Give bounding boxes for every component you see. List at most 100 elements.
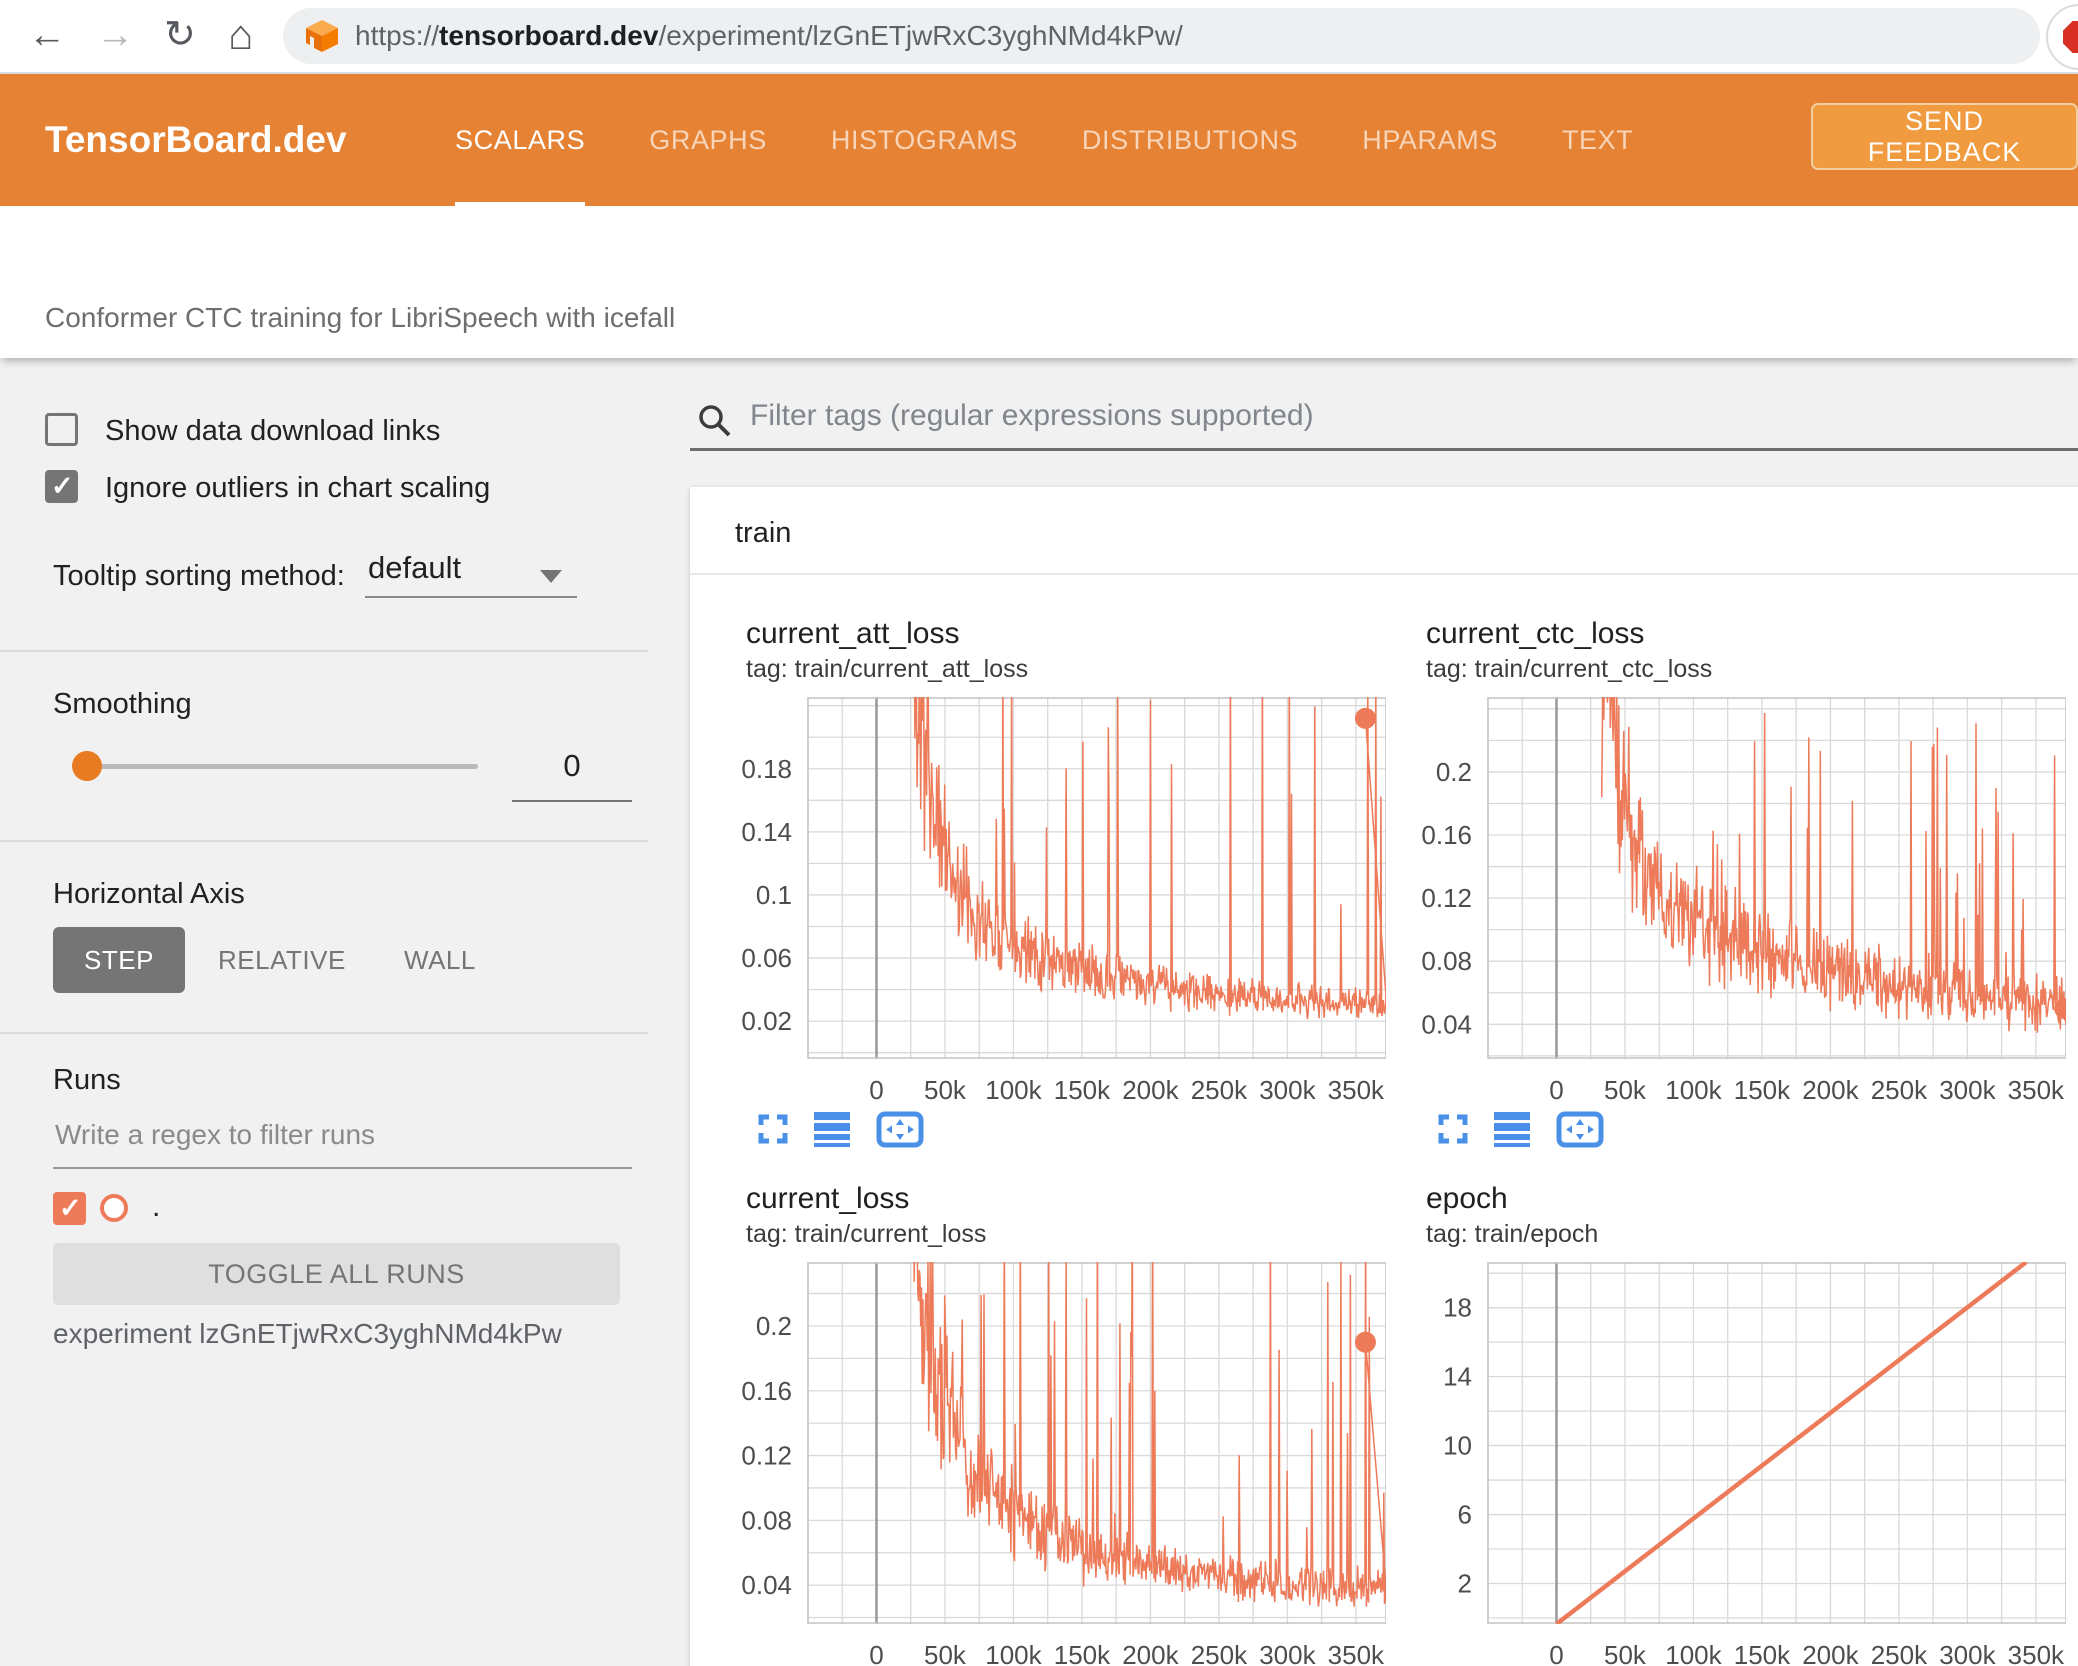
axis-step-button[interactable]: STEP: [53, 927, 185, 993]
svg-text:50k: 50k: [924, 1075, 967, 1105]
svg-text:100k: 100k: [985, 1640, 1042, 1666]
search-icon: [699, 405, 731, 437]
svg-text:10: 10: [1443, 1431, 1472, 1461]
run-checkbox[interactable]: [53, 1192, 86, 1225]
browser-chrome: ← → ↻ ⌂ https://tensorboard.dev/experime…: [0, 0, 2078, 74]
svg-text:0: 0: [1549, 1640, 1563, 1666]
svg-text:200k: 200k: [1122, 1075, 1179, 1105]
show-download-links-label: Show data download links: [105, 415, 441, 447]
svg-text:0.2: 0.2: [1436, 757, 1472, 787]
tab-text[interactable]: TEXT: [1562, 74, 1633, 206]
smoothing-value[interactable]: 0: [512, 748, 632, 784]
svg-text:350k: 350k: [1328, 1075, 1385, 1105]
chart-toolbar: [1438, 1109, 2078, 1149]
show-download-links-checkbox[interactable]: [45, 413, 78, 446]
svg-text:0.12: 0.12: [741, 1441, 792, 1471]
smoothing-slider-track[interactable]: [85, 764, 478, 769]
tab-graphs[interactable]: GRAPHS: [649, 74, 767, 206]
horizontal-axis-label: Horizontal Axis: [53, 878, 245, 910]
app-header: TensorBoard.dev SCALARS GRAPHS HISTOGRAM…: [0, 74, 2078, 206]
svg-text:0.14: 0.14: [741, 817, 792, 847]
sidebar-divider: [0, 650, 648, 652]
svg-text:200k: 200k: [1802, 1640, 1859, 1666]
tab-scalars[interactable]: SCALARS: [455, 74, 586, 206]
fit-domain-icon[interactable]: [1556, 1111, 1604, 1148]
chart-card-current-ctc-loss: current_ctc_loss tag: train/current_ctc_…: [1398, 617, 2078, 1149]
extension-octagon-icon: [2063, 21, 2078, 53]
settings-sidebar: Show data download links Ignore outliers…: [0, 358, 660, 1666]
tensorboard-page: ← → ↻ ⌂ https://tensorboard.dev/experime…: [0, 0, 2078, 1666]
svg-text:250k: 250k: [1191, 1640, 1248, 1666]
home-icon[interactable]: ⌂: [228, 12, 253, 58]
experiment-title-bar: Conformer CTC training for LibriSpeech w…: [0, 206, 2078, 358]
svg-text:100k: 100k: [1665, 1075, 1722, 1105]
svg-text:150k: 150k: [1734, 1075, 1791, 1105]
chart-title: epoch: [1426, 1182, 1508, 1215]
chart-plot-epoch[interactable]: 0 50k 100k 150k 200k 250k 300k 350k 18 14 10 6 2: [1398, 1262, 2066, 1666]
svg-text:100k: 100k: [985, 1075, 1042, 1105]
svg-text:300k: 300k: [1259, 1640, 1316, 1666]
app-logo[interactable]: TensorBoard.dev: [45, 74, 347, 206]
chart-plot-current-ctc-loss[interactable]: 0 50k 100k 150k 200k 250k 300k 350k 0.2 0.16 0.12 0…: [1398, 697, 2066, 1107]
svg-text:350k: 350k: [1328, 1640, 1385, 1666]
ignore-outliers-checkbox[interactable]: [45, 470, 78, 503]
svg-text:300k: 300k: [1939, 1075, 1996, 1105]
url-path: /experiment/lzGnETjwRxC3yghNMd4kPw/: [658, 20, 1183, 51]
chart-card-epoch: epoch tag: train/epoch 0 50k 100k 150k 200k 2…: [1398, 1182, 2078, 1666]
expand-chart-icon[interactable]: [1438, 1114, 1468, 1144]
svg-text:350k: 350k: [2008, 1075, 2065, 1105]
toggle-all-runs-button[interactable]: TOGGLE ALL RUNS: [53, 1243, 620, 1305]
chart-card-current-att-loss: current_att_loss tag: train/current_att_…: [718, 617, 1398, 1149]
axis-wall-button[interactable]: WALL: [398, 927, 482, 993]
url-domain: tensorboard.dev: [439, 20, 659, 51]
train-section-card: train current_att_loss tag: train/curren…: [690, 487, 2078, 1666]
chart-plot-current-loss[interactable]: 0 50k 100k 150k 200k 250k 300k 350k 0.2 0.16 0.12 0…: [718, 1262, 1386, 1666]
smoothing-label: Smoothing: [53, 688, 192, 720]
chart-title: current_att_loss: [746, 617, 960, 650]
nav-tabs: SCALARS GRAPHS HISTOGRAMS DISTRIBUTIONS …: [455, 74, 1633, 206]
section-title[interactable]: train: [735, 517, 791, 550]
svg-text:14: 14: [1443, 1362, 1472, 1392]
axis-relative-button[interactable]: RELATIVE: [212, 927, 352, 993]
tooltip-sorting-select[interactable]: default: [368, 550, 461, 586]
smoothing-slider-thumb[interactable]: [72, 751, 102, 781]
fit-domain-icon[interactable]: [876, 1111, 924, 1148]
chevron-down-icon[interactable]: [540, 570, 562, 583]
svg-text:0.02: 0.02: [741, 1006, 792, 1036]
tab-histograms[interactable]: HISTOGRAMS: [831, 74, 1018, 206]
forward-icon[interactable]: →: [96, 12, 134, 58]
chart-title: current_loss: [746, 1182, 910, 1215]
tag-filter-input[interactable]: [748, 398, 2048, 434]
address-bar[interactable]: https://tensorboard.dev/experiment/lzGnE…: [283, 8, 2040, 64]
tab-hparams[interactable]: HPARAMS: [1362, 74, 1498, 206]
svg-text:50k: 50k: [1604, 1075, 1647, 1105]
svg-text:200k: 200k: [1802, 1075, 1859, 1105]
runs-filter-input[interactable]: [53, 1118, 613, 1152]
svg-text:0.08: 0.08: [741, 1505, 792, 1535]
ignore-outliers-label: Ignore outliers in chart scaling: [105, 472, 491, 504]
browser-profile-avatar[interactable]: [2046, 4, 2078, 70]
expand-chart-icon[interactable]: [758, 1114, 788, 1144]
url-scheme: https://: [355, 20, 440, 51]
chart-plot-current-att-loss[interactable]: 0 50k 100k 150k 200k 250k 300k 350k 0.18 0.14 0.1 0…: [718, 697, 1386, 1107]
chart-card-current-loss: current_loss tag: train/current_loss 0 50…: [718, 1182, 1398, 1666]
section-divider: [690, 573, 2078, 575]
url-text[interactable]: https://tensorboard.dev/experiment/lzGnE…: [355, 20, 1183, 52]
chart-toolbar: [758, 1109, 1398, 1149]
back-icon[interactable]: ←: [28, 12, 66, 58]
run-name: .: [152, 1190, 161, 1223]
svg-text:0.04: 0.04: [741, 1570, 792, 1600]
tab-distributions[interactable]: DISTRIBUTIONS: [1082, 74, 1298, 206]
svg-text:300k: 300k: [1259, 1075, 1316, 1105]
svg-text:0.04: 0.04: [1421, 1009, 1472, 1039]
reload-icon[interactable]: ↻: [164, 12, 196, 58]
svg-text:0.12: 0.12: [1421, 883, 1472, 913]
svg-text:2: 2: [1458, 1568, 1472, 1598]
send-feedback-button[interactable]: SEND FEEDBACK: [1811, 103, 2078, 170]
runs-label: Runs: [53, 1064, 121, 1096]
chart-tag: tag: train/epoch: [1426, 1220, 1599, 1248]
svg-text:250k: 250k: [1871, 1075, 1928, 1105]
svg-text:18: 18: [1443, 1293, 1472, 1323]
log-scale-icon[interactable]: [1494, 1111, 1530, 1147]
log-scale-icon[interactable]: [814, 1111, 850, 1147]
